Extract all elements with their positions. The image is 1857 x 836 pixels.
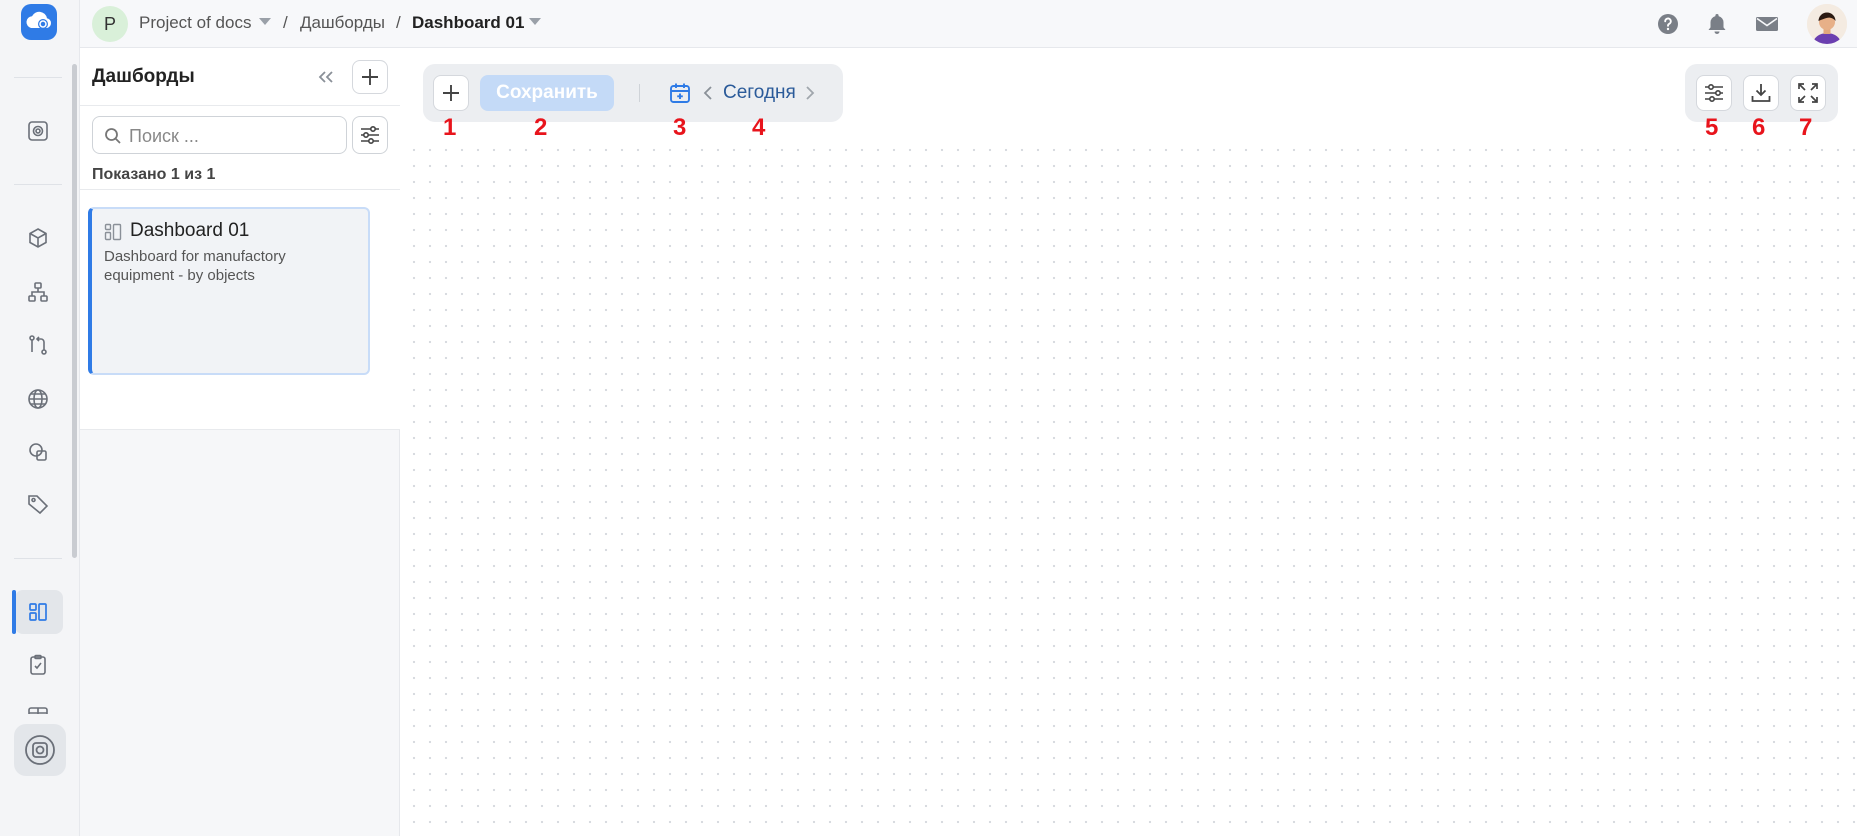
- annotation-marker: 1: [443, 114, 457, 141]
- rail-divider: [14, 77, 62, 78]
- project-avatar[interactable]: P: [92, 6, 128, 42]
- chevron-right-icon: [806, 86, 815, 100]
- fullscreen-button[interactable]: [1790, 75, 1826, 111]
- double-chevron-left-icon: [318, 71, 333, 83]
- breadcrumb-current[interactable]: Dashboard 01: [412, 13, 524, 33]
- shown-count: Показано 1 из 1: [92, 166, 216, 183]
- annotation-marker: 2: [534, 114, 548, 141]
- toolbar-divider: [639, 84, 640, 102]
- calendar-button[interactable]: [667, 80, 693, 106]
- sensor-icon[interactable]: [22, 115, 54, 147]
- save-button[interactable]: Сохранить: [480, 75, 614, 111]
- next-date-button[interactable]: [801, 82, 819, 104]
- fullscreen-icon: [1798, 83, 1818, 103]
- clipboard-check-icon[interactable]: [22, 649, 54, 681]
- canvas-toolbar: Сохранить Сегодня: [423, 64, 843, 122]
- panel-title: Дашборды: [92, 66, 195, 87]
- app-window: P Project of docs / Дашборды / Dashboard…: [0, 0, 1857, 836]
- tag-icon[interactable]: [22, 488, 54, 520]
- settings-button[interactable]: [1696, 75, 1732, 111]
- panel-header: Дашборды: [80, 48, 400, 106]
- chevron-down-icon[interactable]: [259, 18, 271, 25]
- settings-sliders-icon: [361, 125, 379, 145]
- add-widget-button[interactable]: [433, 75, 469, 111]
- date-label[interactable]: Сегодня: [723, 82, 796, 104]
- breadcrumb-project[interactable]: Project of docs: [139, 13, 251, 33]
- add-dashboard-button[interactable]: [352, 60, 388, 94]
- calendar-icon: [670, 83, 690, 103]
- chevron-left-icon: [703, 86, 712, 100]
- annotation-marker: 7: [1799, 114, 1813, 141]
- list-item[interactable]: Dashboard 01 Dashboard for manufactory e…: [88, 207, 370, 375]
- bell-icon[interactable]: [1704, 11, 1730, 37]
- dashboard-description: Dashboard for manufactory equipment - by…: [104, 248, 286, 284]
- search-area: Показано 1 из 1: [80, 106, 400, 190]
- dashboards-panel: Дашборды Показано 1 из 1 Dashboard 01 Da…: [80, 48, 400, 836]
- breadcrumb-separator: /: [396, 13, 401, 32]
- globe-icon[interactable]: [22, 383, 54, 415]
- search-icon: [105, 128, 121, 144]
- plus-icon: [443, 85, 459, 101]
- annotation-marker: 4: [752, 114, 766, 141]
- help-icon[interactable]: [1655, 11, 1681, 37]
- shapes-icon[interactable]: [22, 436, 54, 468]
- cube-icon[interactable]: [22, 222, 54, 254]
- annotation-marker: 6: [1752, 114, 1766, 141]
- dashboard-canvas[interactable]: [400, 48, 1857, 836]
- download-button[interactable]: [1743, 75, 1779, 111]
- app-logo-icon[interactable]: [21, 4, 57, 40]
- breadcrumb-separator: /: [283, 13, 288, 32]
- breadcrumb-section[interactable]: Дашборды: [300, 13, 385, 33]
- annotation-marker: 5: [1705, 114, 1719, 141]
- dashboard-list: Dashboard 01 Dashboard for manufactory e…: [80, 190, 400, 430]
- dashboard-icon[interactable]: [22, 596, 54, 628]
- previous-date-button[interactable]: [699, 82, 717, 104]
- sensor-icon: [25, 735, 55, 765]
- user-avatar[interactable]: [1807, 4, 1847, 44]
- filter-button[interactable]: [352, 116, 388, 154]
- top-bar: P Project of docs / Дашборды / Dashboard…: [80, 0, 1857, 48]
- dashboard-icon: [104, 223, 122, 241]
- rail-active-indicator: [12, 590, 16, 634]
- download-icon: [1751, 84, 1771, 102]
- mail-icon[interactable]: [1754, 11, 1780, 37]
- collapse-panel-button[interactable]: [312, 63, 340, 91]
- rail-divider: [14, 184, 62, 185]
- table-icon[interactable]: [22, 704, 54, 714]
- hierarchy-icon[interactable]: [22, 276, 54, 308]
- bottom-sensor-button[interactable]: [14, 724, 66, 776]
- chevron-down-icon[interactable]: [529, 18, 541, 25]
- rail-divider: [14, 558, 62, 559]
- search-box[interactable]: [92, 116, 347, 154]
- git-compare-icon[interactable]: [22, 329, 54, 361]
- nav-rail: [0, 0, 80, 836]
- rail-scrollbar[interactable]: [72, 64, 77, 558]
- settings-sliders-icon: [1705, 83, 1723, 103]
- dashboard-title: Dashboard 01: [130, 220, 250, 241]
- annotation-marker: 3: [673, 114, 687, 141]
- search-input[interactable]: [129, 123, 339, 149]
- plus-icon: [362, 69, 378, 85]
